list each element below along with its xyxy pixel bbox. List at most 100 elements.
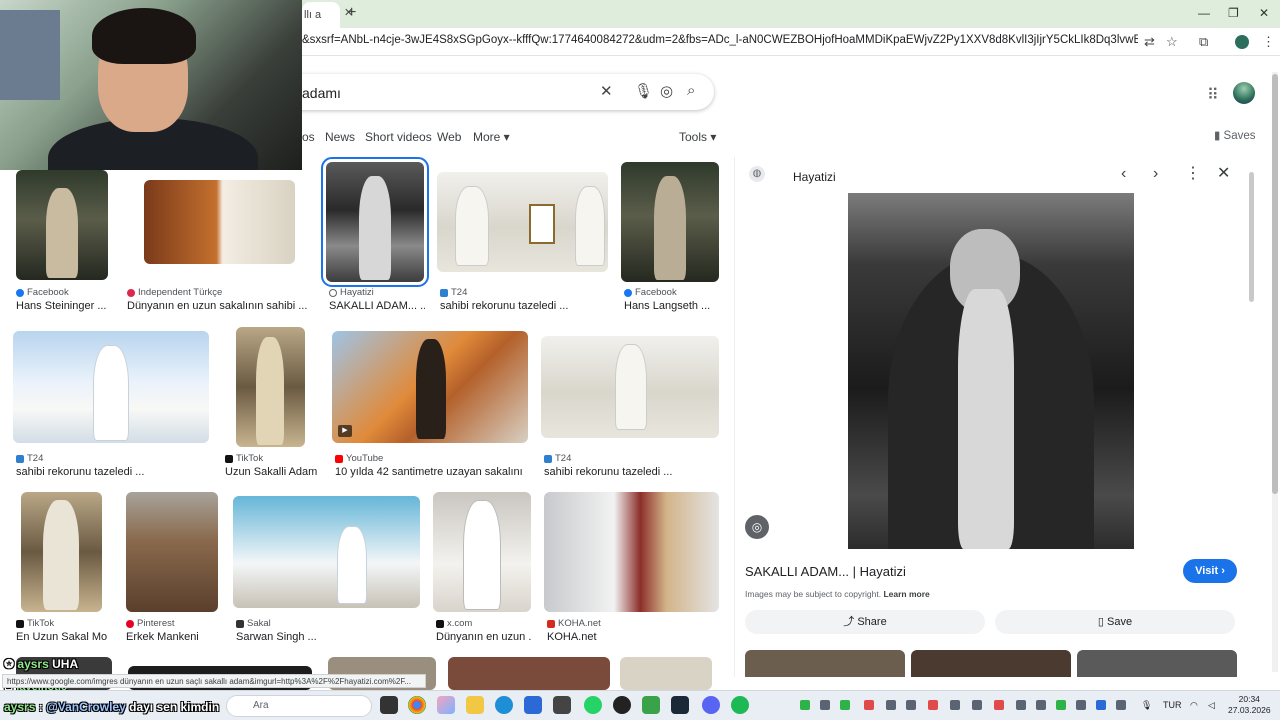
result-thumbnail[interactable] xyxy=(233,496,420,608)
tray-icon[interactable] xyxy=(864,700,874,710)
volume-icon[interactable]: ◁ xyxy=(1208,700,1215,711)
result-title[interactable]: Dünyanın en uzun sakalının sahibi ... xyxy=(127,300,307,312)
lens-search-icon[interactable]: ◎ xyxy=(745,515,769,539)
clear-icon[interactable]: ✕ xyxy=(600,82,613,100)
result-title[interactable]: KOHA.net xyxy=(547,631,717,643)
google-apps-icon[interactable]: ⠿ xyxy=(1207,85,1219,105)
obs-icon[interactable] xyxy=(613,696,631,714)
restore-icon[interactable]: ❐ xyxy=(1228,6,1239,20)
filter-web[interactable]: Web xyxy=(437,130,461,144)
related-thumbnail[interactable] xyxy=(745,650,905,677)
result-thumbnail[interactable] xyxy=(144,180,295,264)
previous-icon[interactable]: ‹ xyxy=(1121,166,1126,182)
next-icon[interactable]: › xyxy=(1153,166,1158,182)
voice-search-icon[interactable]: 🎙 xyxy=(634,82,653,100)
filter-images[interactable]: os xyxy=(302,130,315,144)
whatsapp-icon[interactable] xyxy=(584,696,602,714)
result-title[interactable]: sahibi rekorunu tazeledi ... xyxy=(544,466,714,478)
tray-icon[interactable] xyxy=(886,700,896,710)
edge-icon[interactable] xyxy=(495,696,513,714)
result-thumbnail[interactable] xyxy=(621,162,719,282)
url-field[interactable]: &sxsrf=ANbL-n4cje-3wJE4S8xSGpGoyx--kfffQ… xyxy=(302,34,1138,46)
result-thumbnail[interactable] xyxy=(448,657,610,690)
steam-icon[interactable] xyxy=(671,696,689,714)
file-explorer-icon[interactable] xyxy=(466,696,484,714)
related-thumbnail[interactable] xyxy=(1077,650,1237,677)
new-tab-icon[interactable]: + xyxy=(347,5,356,21)
filter-news[interactable]: News xyxy=(325,130,355,144)
clock[interactable]: 20:34 27.03.2026 xyxy=(1228,694,1271,716)
result-thumbnail[interactable]: ▶ xyxy=(332,331,528,443)
profile-avatar-icon[interactable] xyxy=(1235,35,1249,49)
result-title[interactable]: Hans Langseth ... xyxy=(624,300,720,312)
extensions-icon[interactable]: ⧉ xyxy=(1199,34,1208,50)
result-title[interactable]: sahibi rekorunu tazeledi ... xyxy=(16,466,216,478)
result-thumbnail[interactable] xyxy=(126,492,218,612)
spotify-icon[interactable] xyxy=(731,696,749,714)
result-title[interactable]: Erkek Mankeni xyxy=(126,631,218,643)
tray-icon[interactable] xyxy=(1096,700,1106,710)
taskbar-search[interactable]: Ara xyxy=(226,695,372,717)
result-thumbnail[interactable] xyxy=(16,170,108,280)
save-button[interactable]: ▯ Save xyxy=(995,610,1235,634)
result-thumbnail[interactable] xyxy=(620,657,712,690)
tray-icon[interactable] xyxy=(1036,700,1046,710)
result-thumbnail[interactable] xyxy=(544,492,719,612)
share-button[interactable]: ⤴ Share xyxy=(745,610,985,634)
result-thumbnail[interactable] xyxy=(321,157,429,287)
filter-short-videos[interactable]: Short videos xyxy=(365,130,432,144)
bookmark-star-icon[interactable]: ☆ xyxy=(1166,34,1178,50)
app-icon[interactable] xyxy=(553,696,571,714)
xbox-icon[interactable] xyxy=(642,696,660,714)
lens-icon[interactable]: ◎ xyxy=(660,82,673,100)
result-title[interactable]: En Uzun Sakal Mo... xyxy=(16,631,108,643)
result-title[interactable]: Hans Steininger ... xyxy=(16,300,116,312)
panel-title[interactable]: SAKALLI ADAM... | Hayatizi xyxy=(745,564,906,579)
tray-icon[interactable] xyxy=(906,700,916,710)
copilot-icon[interactable] xyxy=(437,696,455,714)
tray-icon[interactable] xyxy=(994,700,1004,710)
chrome-menu-icon[interactable]: ⋮ xyxy=(1262,34,1275,50)
search-icon[interactable]: ⌕ xyxy=(687,82,695,99)
result-title[interactable]: Uzun Sakalli Adam ... xyxy=(225,466,317,478)
active-tab[interactable]: llı a xyxy=(302,2,340,28)
task-view-icon[interactable] xyxy=(380,696,398,714)
result-title[interactable]: Dünyanın en uzun ... xyxy=(436,631,532,643)
tools-button[interactable]: Tools ▾ xyxy=(679,130,716,144)
store-icon[interactable] xyxy=(524,696,542,714)
more-options-icon[interactable]: ⋮ xyxy=(1185,166,1201,182)
tray-icon[interactable] xyxy=(950,700,960,710)
tray-icon[interactable] xyxy=(1116,700,1126,710)
account-avatar[interactable] xyxy=(1233,82,1255,104)
search-input[interactable]: adamı xyxy=(302,85,341,101)
tray-icon[interactable] xyxy=(1016,700,1026,710)
minimize-icon[interactable]: — xyxy=(1198,6,1210,20)
tray-icon[interactable] xyxy=(820,700,830,710)
learn-more-link[interactable]: Learn more xyxy=(883,589,929,599)
result-title[interactable]: SAKALLI ADAM... ... xyxy=(329,300,425,312)
close-panel-icon[interactable]: ✕ xyxy=(1217,166,1230,182)
panel-scrollbar[interactable] xyxy=(1249,172,1254,302)
saves-button[interactable]: ▮ Saves xyxy=(1214,128,1256,142)
language-indicator[interactable]: TUR xyxy=(1163,700,1182,710)
microphone-icon[interactable]: 🎙 xyxy=(1141,700,1152,711)
visit-button[interactable]: Visit › xyxy=(1183,559,1237,583)
discord-icon[interactable] xyxy=(702,696,720,714)
search-box[interactable]: adamı ✕ 🎙 ◎ ⌕ xyxy=(290,74,714,110)
result-title[interactable]: 10 yılda 42 santimetre uzayan sakalını .… xyxy=(335,466,525,478)
result-title[interactable]: Sarwan Singh ... xyxy=(236,631,416,643)
tray-icon[interactable] xyxy=(972,700,982,710)
wifi-icon[interactable]: ◠ xyxy=(1190,700,1198,711)
result-thumbnail[interactable] xyxy=(541,336,719,438)
result-thumbnail[interactable] xyxy=(433,492,531,612)
result-thumbnail[interactable] xyxy=(21,492,102,612)
result-thumbnail[interactable] xyxy=(13,331,209,443)
result-thumbnail[interactable] xyxy=(236,327,305,447)
filter-more[interactable]: More ▾ xyxy=(473,130,510,144)
page-scrollbar[interactable] xyxy=(1272,74,1278,494)
result-thumbnail[interactable] xyxy=(437,172,608,272)
preview-image[interactable] xyxy=(848,193,1134,549)
tray-icon[interactable] xyxy=(928,700,938,710)
panel-site-name[interactable]: Hayatizi xyxy=(793,170,836,184)
related-thumbnail[interactable] xyxy=(911,650,1071,677)
